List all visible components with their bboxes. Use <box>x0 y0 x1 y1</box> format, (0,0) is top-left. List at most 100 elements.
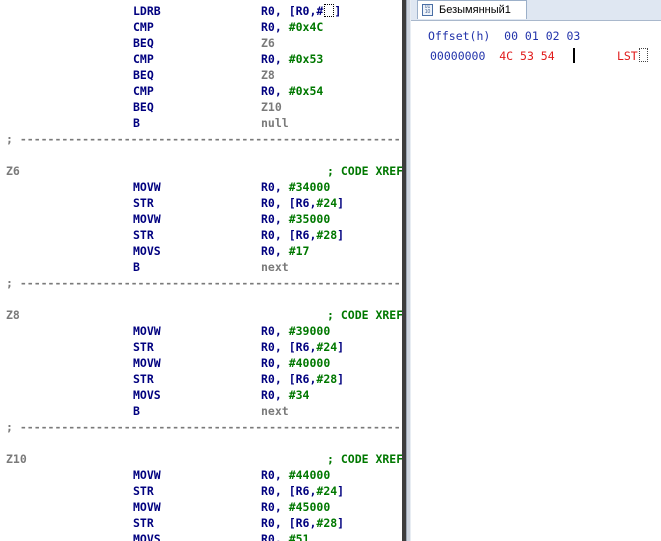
operands[interactable]: R0, #17 <box>261 243 309 259</box>
mnemonic[interactable]: STR <box>133 371 154 387</box>
label-operand[interactable]: Z10 <box>261 100 282 114</box>
instruction-line[interactable]: MOVS R0, #51 <box>0 531 406 541</box>
operands[interactable]: R0, [R0,#] <box>261 3 341 19</box>
operands[interactable]: null <box>261 115 289 131</box>
register-operand: R0, [R6, <box>261 196 317 210</box>
operands[interactable]: next <box>261 259 289 275</box>
instruction-line[interactable]: CMP R0, #0x54 <box>0 83 406 99</box>
code-label[interactable]: Z6 <box>6 163 20 179</box>
operands[interactable]: R0, [R6,#28] <box>261 515 344 531</box>
operands[interactable]: Z6 <box>261 35 275 51</box>
operands[interactable]: R0, #39000 <box>261 323 330 339</box>
code-label[interactable]: Z10 <box>6 451 27 467</box>
operands[interactable]: R0, #34 <box>261 387 309 403</box>
mnemonic[interactable]: BEQ <box>133 35 154 51</box>
instruction-line[interactable]: Bnext <box>0 259 406 275</box>
mnemonic[interactable]: LDRB <box>133 3 161 19</box>
label-operand[interactable]: null <box>261 116 289 130</box>
mnemonic[interactable]: CMP <box>133 19 154 35</box>
operands[interactable]: R0, [R6,#28] <box>261 371 344 387</box>
code-label-line[interactable]: Z8 ; CODE XREF <box>0 307 406 323</box>
operands[interactable]: Z10 <box>261 99 282 115</box>
instruction-line[interactable]: STR R0, [R6,#28] <box>0 371 406 387</box>
mnemonic[interactable]: MOVW <box>133 211 161 227</box>
label-operand[interactable]: Z8 <box>261 68 275 82</box>
instruction-line[interactable]: MOVW R0, #35000 <box>0 211 406 227</box>
code-label-line[interactable]: Z10 ; CODE XREF <box>0 451 406 467</box>
mnemonic[interactable]: STR <box>133 339 154 355</box>
mnemonic[interactable]: MOVS <box>133 243 161 259</box>
instruction-line[interactable]: MOVS R0, #17 <box>0 243 406 259</box>
mnemonic[interactable]: MOVW <box>133 355 161 371</box>
label-operand[interactable]: Z6 <box>261 36 275 50</box>
hex-bytes[interactable]: 4C 53 54 <box>499 49 554 63</box>
instruction-line[interactable]: MOVW R0, #40000 <box>0 355 406 371</box>
instruction-line[interactable]: MOVW R0, #45000 <box>0 499 406 515</box>
register-operand: R0, <box>261 20 289 34</box>
mnemonic[interactable]: B <box>133 403 140 419</box>
code-label-line[interactable]: Z6 ; CODE XREF <box>0 163 406 179</box>
operands[interactable]: R0, [R6,#28] <box>261 227 344 243</box>
hex-row[interactable]: 00000000 4C 53 54 LST <box>430 48 648 64</box>
instruction-line[interactable]: Bnull <box>0 115 406 131</box>
xref-comment[interactable]: ; CODE XREF <box>327 307 403 323</box>
operands[interactable]: R0, #51 <box>261 531 309 541</box>
disassembly-view[interactable]: LDRB R0, [R0,#] CMP R0, #0x4C BEQ Z6 CMP R0, #0… <box>0 0 406 541</box>
mnemonic[interactable]: CMP <box>133 51 154 67</box>
mnemonic[interactable]: STR <box>133 515 154 531</box>
xref-comment[interactable]: ; CODE XREF <box>327 163 403 179</box>
label-operand[interactable]: next <box>261 404 289 418</box>
instruction-line[interactable]: STR R0, [R6,#28] <box>0 515 406 531</box>
mnemonic[interactable]: MOVW <box>133 467 161 483</box>
instruction-line[interactable]: BEQ Z8 <box>0 67 406 83</box>
operands[interactable]: R0, #45000 <box>261 499 330 515</box>
mnemonic[interactable]: STR <box>133 195 154 211</box>
instruction-line[interactable]: CMP R0, #0x4C <box>0 19 406 35</box>
instruction-line[interactable]: BEQ Z6 <box>0 35 406 51</box>
operands[interactable]: R0, [R6,#24] <box>261 195 344 211</box>
mnemonic[interactable]: B <box>133 259 140 275</box>
tab-untitled1[interactable]: 01 10 Безымянный1 <box>417 0 527 19</box>
mnemonic[interactable]: CMP <box>133 83 154 99</box>
code-label[interactable]: Z8 <box>6 307 20 323</box>
separator-line: ; --------------------------------------… <box>0 131 406 147</box>
instruction-line[interactable]: MOVS R0, #34 <box>0 387 406 403</box>
instruction-line[interactable]: MOVW R0, #39000 <box>0 323 406 339</box>
label-operand[interactable]: next <box>261 260 289 274</box>
mnemonic[interactable]: STR <box>133 227 154 243</box>
mnemonic[interactable]: MOVW <box>133 179 161 195</box>
operands[interactable]: R0, #35000 <box>261 211 330 227</box>
mnemonic[interactable]: MOVS <box>133 387 161 403</box>
instruction-line[interactable]: MOVW R0, #34000 <box>0 179 406 195</box>
mnemonic[interactable]: BEQ <box>133 99 154 115</box>
mnemonic[interactable]: MOVW <box>133 499 161 515</box>
instruction-line[interactable]: STR R0, [R6,#24] <box>0 483 406 499</box>
mnemonic[interactable]: MOVW <box>133 323 161 339</box>
operands[interactable]: R0, #0x4C <box>261 19 323 35</box>
instruction-line[interactable]: BEQ Z10 <box>0 99 406 115</box>
instruction-line[interactable]: STR R0, [R6,#24] <box>0 339 406 355</box>
hex-text[interactable]: LST <box>617 49 638 63</box>
operands[interactable]: R0, #0x54 <box>261 83 323 99</box>
operands[interactable]: R0, [R6,#24] <box>261 339 344 355</box>
immediate-operand: #0x4C <box>288 20 324 34</box>
operands[interactable]: R0, #0x53 <box>261 51 323 67</box>
instruction-line[interactable]: MOVW R0, #44000 <box>0 467 406 483</box>
mnemonic[interactable]: STR <box>133 483 154 499</box>
mnemonic[interactable]: BEQ <box>133 67 154 83</box>
hex-editor-pane[interactable]: 01 10 Безымянный1 Offset(h) 00 01 02 03 0… <box>411 0 661 541</box>
instruction-line[interactable]: LDRB R0, [R0,#] <box>0 3 406 19</box>
operands[interactable]: R0, #40000 <box>261 355 330 371</box>
operands[interactable]: R0, #34000 <box>261 179 330 195</box>
mnemonic[interactable]: B <box>133 115 140 131</box>
instruction-line[interactable]: CMP R0, #0x53 <box>0 51 406 67</box>
operands[interactable]: R0, [R6,#24] <box>261 483 344 499</box>
mnemonic[interactable]: MOVS <box>133 531 161 541</box>
operands[interactable]: Z8 <box>261 67 275 83</box>
instruction-line[interactable]: STR R0, [R6,#28] <box>0 227 406 243</box>
operands[interactable]: next <box>261 403 289 419</box>
xref-comment[interactable]: ; CODE XREF <box>327 451 403 467</box>
instruction-line[interactable]: STR R0, [R6,#24] <box>0 195 406 211</box>
instruction-line[interactable]: Bnext <box>0 403 406 419</box>
operands[interactable]: R0, #44000 <box>261 467 330 483</box>
